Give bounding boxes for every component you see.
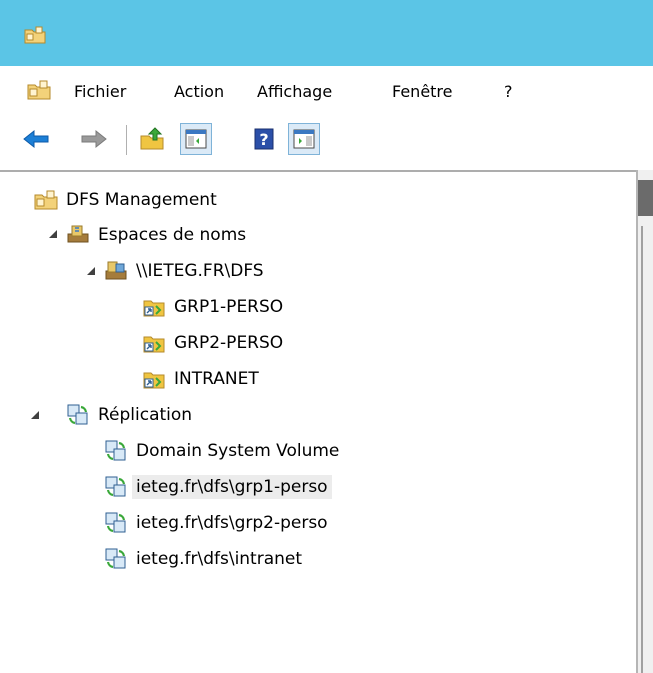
menu-action[interactable]: Action — [172, 80, 226, 104]
replication-group-icon — [104, 475, 128, 499]
collapse-replication-chevron-icon[interactable] — [28, 408, 42, 422]
help-button[interactable]: ? — [248, 123, 280, 155]
replication-icon — [66, 403, 90, 427]
svg-text:?: ? — [259, 130, 268, 149]
namespace-folder-icon — [142, 331, 166, 355]
tree-item-label: Domain System Volume — [136, 441, 340, 461]
forward-button[interactable] — [78, 123, 110, 155]
tree-item-label: DFS Management — [66, 190, 217, 210]
replication-group-icon — [104, 547, 128, 571]
up-folder-icon — [140, 127, 164, 150]
tree-item-label: ieteg.fr\dfs\grp1-perso — [132, 475, 332, 499]
show-hide-action-pane-icon — [293, 129, 315, 149]
replication-group-icon — [104, 439, 128, 463]
tree-item-grp1-perso-replication[interactable]: ieteg.fr\dfs\grp1-perso — [104, 470, 332, 504]
namespace-server-icon — [104, 259, 128, 283]
details-pane-divider — [641, 226, 643, 673]
forward-arrow-icon — [81, 129, 107, 149]
tree-item-label: GRP1-PERSO — [174, 297, 284, 317]
tree-item-folder-grp2-perso[interactable]: GRP2-PERSO — [142, 326, 287, 360]
tree-item-domain-system-volume[interactable]: Domain System Volume — [104, 434, 343, 468]
tree-item-namespaces[interactable]: Espaces de noms — [66, 218, 250, 252]
tree-item-label: Espaces de noms — [98, 225, 247, 245]
show-hide-console-tree-icon — [185, 129, 207, 149]
menu-affichage[interactable]: Affichage — [255, 80, 334, 104]
collapse-namespaces-chevron-icon[interactable] — [46, 227, 60, 241]
tree-item-folder-intranet[interactable]: INTRANET — [142, 362, 263, 396]
details-pane[interactable] — [636, 170, 653, 673]
tree-item-label: \\IETEG.FR\DFS — [136, 261, 264, 281]
tree-item-label: Réplication — [98, 405, 193, 425]
tree-item-folder-grp1-perso[interactable]: GRP1-PERSO — [142, 290, 287, 324]
console-tree: DFS Management Espaces de noms \\IETEG.F… — [0, 170, 636, 673]
up-one-level-button[interactable] — [136, 123, 168, 155]
tree-item-namespace-ieteg-dfs[interactable]: \\IETEG.FR\DFS — [104, 254, 268, 288]
title-bar — [0, 0, 653, 66]
menu-help[interactable]: ? — [502, 80, 515, 104]
replication-group-icon — [104, 511, 128, 535]
tree-item-grp2-perso-replication[interactable]: ieteg.fr\dfs\grp2-perso — [104, 506, 332, 540]
tree-item-label: INTRANET — [174, 369, 259, 389]
show-hide-action-pane-button[interactable] — [288, 123, 320, 155]
namespace-folder-icon — [142, 367, 166, 391]
tree-item-label: ieteg.fr\dfs\intranet — [136, 549, 303, 569]
namespace-folder-icon — [142, 295, 166, 319]
namespaces-icon — [66, 223, 90, 247]
tree-item-replication[interactable]: Réplication — [66, 398, 196, 432]
system-menu-icon[interactable] — [27, 80, 51, 104]
tree-item-intranet-replication[interactable]: ieteg.fr\dfs\intranet — [104, 542, 306, 576]
menu-bar: Fichier Action Affichage Fenêtre ? — [0, 66, 653, 117]
back-arrow-icon — [23, 129, 49, 149]
tree-item-label: ieteg.fr\dfs\grp2-perso — [136, 513, 328, 533]
help-icon: ? — [254, 128, 274, 150]
menu-fichier[interactable]: Fichier — [72, 80, 128, 104]
toolbar-separator — [126, 125, 128, 155]
back-button[interactable] — [20, 123, 52, 155]
tree-item-label: GRP2-PERSO — [174, 333, 284, 353]
tree-item-dfs-management[interactable]: DFS Management — [34, 183, 221, 217]
dfs-management-icon — [34, 188, 58, 212]
dfs-management-icon[interactable] — [24, 26, 46, 48]
toolbar: ? — [0, 117, 653, 170]
menu-fenetre[interactable]: Fenêtre — [390, 80, 455, 104]
details-pane-header — [638, 180, 653, 216]
collapse-namespace-chevron-icon[interactable] — [84, 264, 98, 278]
show-hide-console-tree-button[interactable] — [180, 123, 212, 155]
